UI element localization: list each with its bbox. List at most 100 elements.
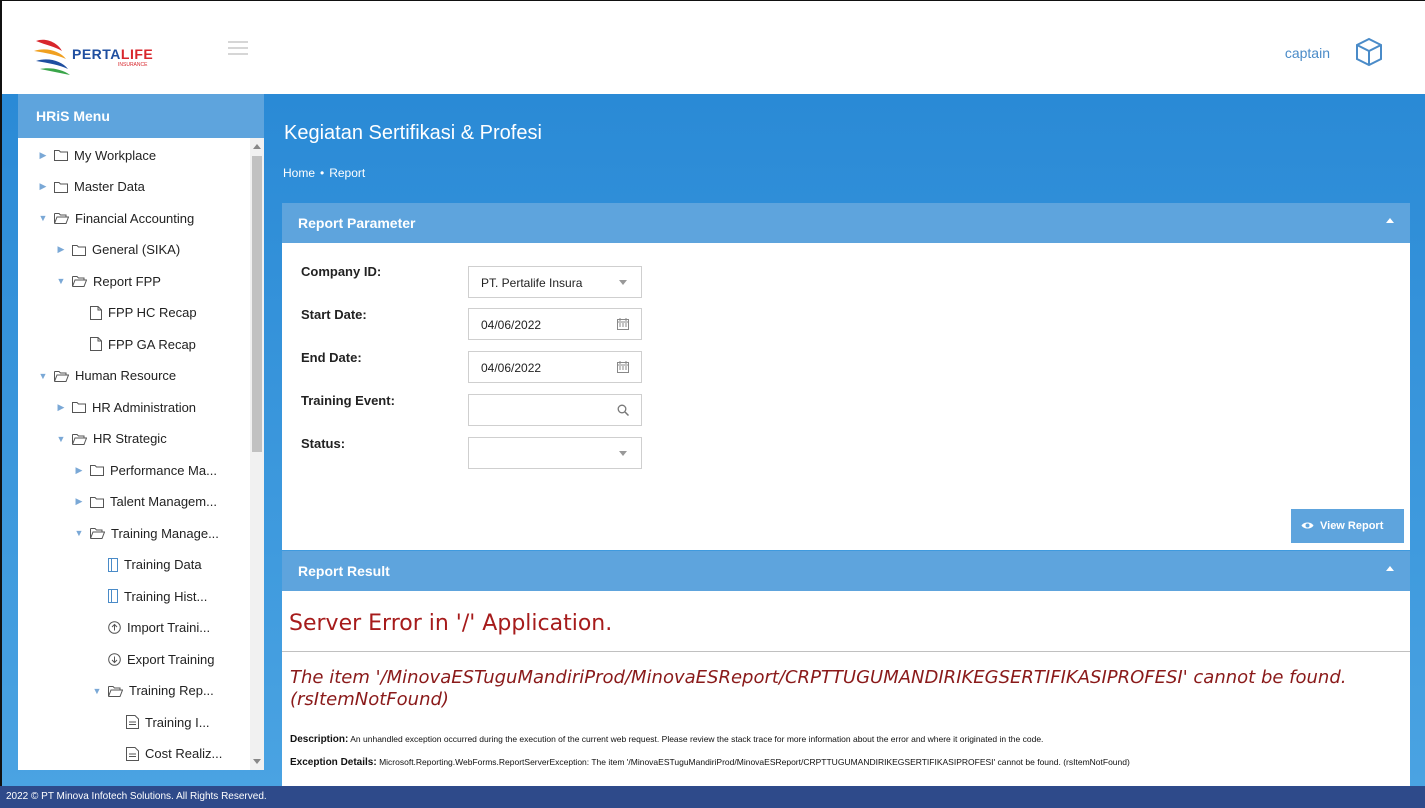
sidebar-item-training-hist[interactable]: Training Hist... bbox=[90, 581, 207, 611]
report-parameter-header[interactable]: Report Parameter bbox=[282, 203, 1410, 243]
logo-subtitle: INSURANCE bbox=[118, 62, 148, 68]
sidebar-item-financial-accounting[interactable]: ▼ Financial Accounting bbox=[36, 203, 195, 233]
caret-down-icon[interactable]: ▼ bbox=[90, 686, 104, 696]
menu-toggle-icon[interactable] bbox=[228, 41, 248, 55]
breadcrumb-home[interactable]: Home bbox=[283, 166, 315, 180]
sidebar-item-hr-strategic[interactable]: ▼ HR Strategic bbox=[54, 424, 167, 454]
download-icon bbox=[108, 652, 127, 666]
sidebar-item-master-data[interactable]: ▶ Master Data bbox=[36, 172, 145, 202]
folder-open-icon bbox=[72, 433, 93, 445]
logo-text-perta: PERTA bbox=[72, 46, 121, 62]
sidebar-item-label: HR Strategic bbox=[93, 431, 167, 446]
sidebar-item-training-manage[interactable]: ▼ Training Manage... bbox=[72, 518, 219, 548]
caret-right-icon[interactable]: ▶ bbox=[36, 150, 50, 161]
sidebar-item-label: Financial Accounting bbox=[75, 210, 195, 226]
folder-open-icon bbox=[72, 275, 93, 287]
training-event-input[interactable] bbox=[468, 394, 642, 426]
search-icon[interactable] bbox=[617, 404, 629, 416]
view-report-label: View Report bbox=[1320, 520, 1384, 532]
sidebar-item-performance-ma[interactable]: ▶ Performance Ma... bbox=[72, 455, 217, 485]
sidebar-item-general-sika[interactable]: ▶ General (SIKA) bbox=[54, 235, 181, 265]
collapse-arrow-icon[interactable] bbox=[1386, 566, 1394, 571]
sidebar-item-import-traini[interactable]: Import Traini... bbox=[90, 613, 210, 643]
caret-down-icon[interactable]: ▼ bbox=[36, 213, 50, 223]
sidebar-item-export-training[interactable]: Export Training bbox=[90, 644, 214, 674]
caret-down-icon[interactable]: ▼ bbox=[54, 276, 68, 286]
company-id-label: Company ID: bbox=[301, 264, 382, 279]
exception-details: Exception Details: Microsoft.Reporting.W… bbox=[290, 757, 1400, 768]
breadcrumb: Home • Report bbox=[283, 166, 365, 180]
caret-right-icon[interactable]: ▶ bbox=[54, 244, 68, 255]
folder-open-icon bbox=[54, 370, 75, 382]
form-icon bbox=[108, 557, 124, 572]
file-icon bbox=[90, 337, 108, 351]
error-description: Description: An unhandled exception occu… bbox=[290, 734, 1400, 745]
end-date-input[interactable]: 04/06/2022 bbox=[468, 351, 642, 383]
user-name[interactable]: captain bbox=[1285, 45, 1330, 61]
sidebar-item-training-data[interactable]: Training Data bbox=[90, 550, 202, 580]
scroll-up-icon[interactable] bbox=[253, 144, 261, 149]
scroll-thumb[interactable] bbox=[252, 156, 262, 452]
sidebar-item-label: FPP HC Recap bbox=[108, 305, 197, 320]
folder-icon bbox=[72, 244, 92, 256]
sidebar-item-label: Import Traini... bbox=[127, 620, 211, 635]
user-box-icon[interactable] bbox=[1354, 37, 1384, 67]
status-label: Status: bbox=[301, 436, 346, 451]
sidebar-item-label: Training Data bbox=[124, 557, 202, 572]
sidebar-item-cost-realiz[interactable]: Cost Realiz... bbox=[108, 739, 222, 769]
calendar-icon[interactable] bbox=[617, 361, 629, 373]
report-result-body: Server Error in '/' Application. The ite… bbox=[282, 591, 1410, 786]
caret-down-icon[interactable]: ▼ bbox=[54, 434, 68, 444]
sidebar-item-my-workplace[interactable]: ▶ My Workplace bbox=[36, 140, 157, 170]
file-icon bbox=[90, 305, 108, 320]
sidebar: HRiS Menu Cost Realiz... Training I... ▼ Tr… bbox=[18, 94, 264, 786]
folder-icon bbox=[90, 464, 110, 476]
sidebar-item-training-i[interactable]: Training I... bbox=[108, 707, 210, 737]
status-select[interactable] bbox=[468, 437, 642, 469]
sidebar-item-talent-managem[interactable]: ▶ Talent Managem... bbox=[72, 487, 217, 517]
caret-down-icon[interactable]: ▼ bbox=[36, 371, 50, 381]
form-icon bbox=[108, 589, 124, 603]
caret-right-icon[interactable]: ▶ bbox=[72, 465, 86, 476]
sidebar-item-human-resource[interactable]: ▼ Human Resource bbox=[36, 361, 177, 391]
caret-right-icon[interactable]: ▶ bbox=[36, 181, 50, 192]
calendar-icon[interactable] bbox=[617, 318, 629, 330]
sidebar-scrollbar[interactable] bbox=[250, 138, 264, 770]
report-result-title: Report Result bbox=[298, 563, 390, 579]
sidebar-item-hr-administration[interactable]: ▶ HR Administration bbox=[54, 392, 197, 422]
eye-icon bbox=[1301, 522, 1314, 529]
error-message: The item '/MinovaESTuguMandiriProd/Minov… bbox=[290, 667, 1347, 710]
sidebar-title: HRiS Menu bbox=[18, 94, 264, 138]
company-logo[interactable]: PERTALIFE INSURANCE bbox=[32, 33, 192, 77]
company-id-select[interactable]: PT. Pertalife Insura bbox=[468, 266, 642, 298]
sidebar-item-label: Export Training bbox=[127, 651, 215, 667]
chevron-down-icon bbox=[619, 451, 627, 456]
folder-open-icon bbox=[90, 527, 111, 539]
description-text: An unhandled exception occurred during t… bbox=[350, 734, 1044, 744]
caret-right-icon[interactable]: ▶ bbox=[54, 402, 68, 413]
breadcrumb-separator: • bbox=[320, 166, 325, 180]
view-report-button[interactable]: View Report bbox=[1291, 509, 1404, 543]
start-date-input[interactable]: 04/06/2022 bbox=[468, 308, 642, 340]
divider bbox=[282, 651, 1410, 652]
logo-text: PERTALIFE bbox=[72, 46, 153, 62]
sidebar-item-fpp-ga-recap[interactable]: FPP GA Recap bbox=[72, 329, 196, 359]
page-title: Kegiatan Sertifikasi & Profesi bbox=[284, 122, 542, 144]
sidebar-item-report-fpp[interactable]: ▼ Report FPP bbox=[54, 266, 161, 296]
sidebar-item-fpp-hc-recap[interactable]: FPP HC Recap bbox=[72, 298, 197, 328]
top-header: PERTALIFE INSURANCE captain bbox=[0, 0, 1425, 94]
sidebar-item-label: FPP GA Recap bbox=[108, 336, 196, 352]
folder-open-icon bbox=[108, 685, 129, 697]
caret-right-icon[interactable]: ▶ bbox=[72, 496, 86, 507]
error-title: Server Error in '/' Application. bbox=[289, 611, 613, 636]
upload-icon bbox=[108, 621, 127, 634]
caret-down-icon[interactable]: ▼ bbox=[72, 528, 86, 538]
report-result-header[interactable]: Report Result bbox=[282, 551, 1410, 591]
sidebar-item-training-rep[interactable]: ▼ Training Rep... bbox=[90, 676, 214, 706]
report-parameter-body: Company ID: PT. Pertalife Insura Start D… bbox=[282, 243, 1410, 550]
start-date-label: Start Date: bbox=[301, 307, 367, 322]
scroll-down-icon[interactable] bbox=[253, 759, 261, 764]
collapse-arrow-icon[interactable] bbox=[1386, 218, 1394, 223]
training-event-label: Training Event: bbox=[301, 393, 395, 408]
sidebar-tree: Cost Realiz... Training I... ▼ Training Rep… bbox=[18, 138, 264, 770]
